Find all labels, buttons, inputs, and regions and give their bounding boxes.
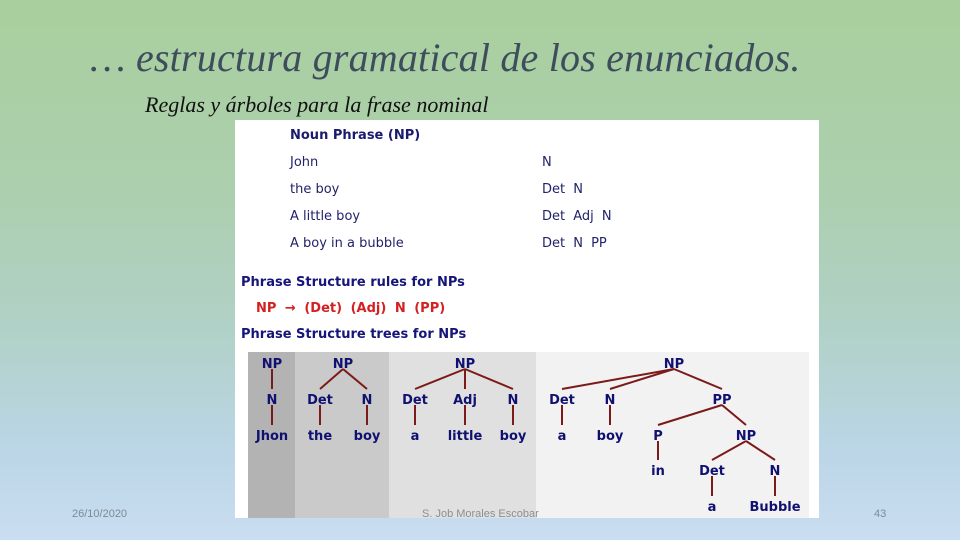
tree-node: PP xyxy=(712,393,731,408)
tree-node: Det xyxy=(699,464,725,479)
tree-node: NP xyxy=(664,357,684,372)
tree-node: Adj xyxy=(453,393,477,408)
tree-node: N xyxy=(508,393,519,408)
tree-word: Bubble xyxy=(749,500,800,515)
tree-branch xyxy=(414,368,466,390)
noun-phrase-figure: Noun Phrase (NP) John N the boy Det N A … xyxy=(235,120,819,518)
tree-word: boy xyxy=(354,429,381,444)
np-structure: Det N xyxy=(542,182,583,197)
tree-word: the xyxy=(308,429,332,444)
np-example: A boy in a bubble xyxy=(290,236,404,251)
tree-branch xyxy=(464,368,514,390)
np-structure: N xyxy=(542,155,552,170)
tree-node: Det xyxy=(549,393,575,408)
tree-branch xyxy=(673,368,723,390)
tree-node: Det xyxy=(307,393,333,408)
rules-heading: Phrase Structure rules for NPs xyxy=(241,275,465,290)
tree-branch xyxy=(319,368,344,390)
tree-word: in xyxy=(651,464,665,479)
np-structure: Det N PP xyxy=(542,236,607,251)
tree-node: Det xyxy=(402,393,428,408)
tree-word: little xyxy=(448,429,483,444)
np-example: A little boy xyxy=(290,209,361,224)
np-table-title: Noun Phrase (NP) xyxy=(290,128,421,143)
tree-node: N xyxy=(267,393,278,408)
tree-node: N xyxy=(362,393,373,408)
syntax-trees: NPNJhonNPDet Nthe boyNPDet Adj Na little boyNP… xyxy=(255,357,801,515)
footer-date: 26/10/2020 xyxy=(72,508,128,520)
slide-subtitle: Reglas y árboles para la frase nominal xyxy=(145,92,489,117)
tree-branch xyxy=(721,404,747,426)
tree-node: P xyxy=(653,429,663,444)
tree-node: NP xyxy=(333,357,353,372)
tree-word: a xyxy=(708,500,717,515)
tree-word: a xyxy=(558,429,567,444)
tree-word: boy xyxy=(597,429,624,444)
slide-title: … estructura gramatical de los enunciado… xyxy=(90,35,801,80)
tree-node: N xyxy=(770,464,781,479)
tree-word: boy xyxy=(500,429,527,444)
tree-node: NP xyxy=(455,357,475,372)
tree-branch xyxy=(342,368,368,390)
tree-node: NP xyxy=(736,429,756,444)
figure-author-watermark: S. Job Morales Escobar xyxy=(422,508,539,518)
trees-area: NP N Jhon NP Det Nthe boy NP Det Adj Na little boy NP… xyxy=(248,352,809,518)
np-rule: NP → (Det) (Adj) N (PP) xyxy=(256,301,446,316)
tree-word: a xyxy=(411,429,420,444)
trees-heading: Phrase Structure trees for NPs xyxy=(241,327,467,342)
tree-word: Jhon xyxy=(255,429,288,444)
tree-node: N xyxy=(605,393,616,408)
np-structure: Det Adj N xyxy=(542,209,612,224)
tree-branch xyxy=(657,404,723,426)
tree-node: NP xyxy=(262,357,282,372)
np-example: John xyxy=(290,155,319,170)
footer-page-number: 43 xyxy=(874,508,887,520)
np-example: the boy xyxy=(290,182,340,197)
